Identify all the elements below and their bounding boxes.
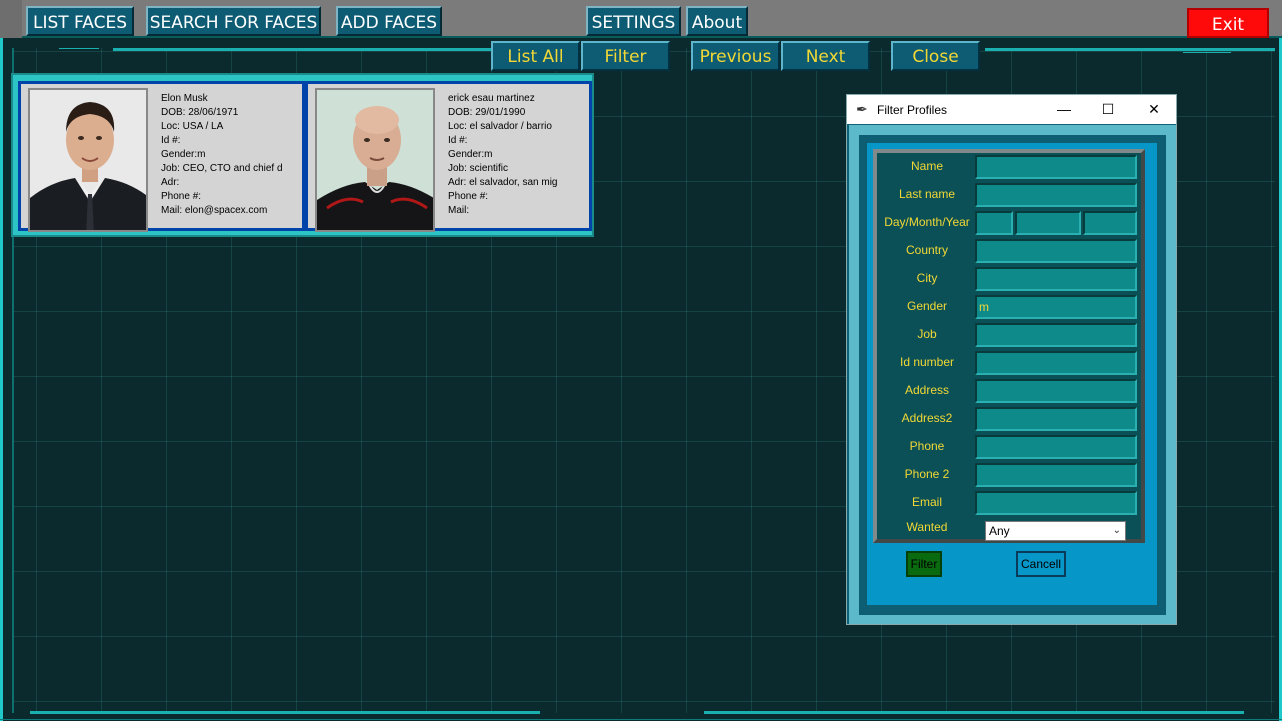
profile-location: Loc: el salvador / barrio bbox=[448, 121, 552, 132]
profile-name: Elon Musk bbox=[161, 93, 208, 104]
profile-list: Elon Musk DOB: 28/06/1971 Loc: USA / LA … bbox=[11, 73, 594, 237]
dialog-border: Name Last name Day/Month/Year Country Ci… bbox=[859, 135, 1166, 615]
list-all-button[interactable]: List All bbox=[491, 41, 580, 71]
profile-card[interactable]: erick esau martinez DOB: 29/01/1990 Loc:… bbox=[305, 81, 592, 232]
deco-line bbox=[1183, 52, 1231, 53]
filter-submit-button[interactable]: Filter bbox=[906, 551, 942, 577]
cancel-button[interactable]: Cancell bbox=[1016, 551, 1066, 577]
profile-mail: Mail: elon@spacex.com bbox=[161, 205, 268, 216]
minimize-icon[interactable]: — bbox=[1048, 98, 1080, 120]
job-label: Job bbox=[917, 327, 937, 341]
close-icon[interactable]: ✕ bbox=[1138, 98, 1170, 120]
id-number-label: Id number bbox=[899, 355, 955, 369]
wanted-value: Any bbox=[989, 524, 1010, 538]
city-field[interactable] bbox=[975, 267, 1137, 291]
profile-gender: Gender:m bbox=[448, 149, 493, 160]
dmy-label: Day/Month/Year bbox=[884, 215, 970, 229]
deco-line bbox=[113, 48, 493, 51]
add-faces-button[interactable]: ADD FACES bbox=[336, 6, 442, 36]
address-field[interactable] bbox=[975, 379, 1137, 403]
profile-location: Loc: USA / LA bbox=[161, 121, 224, 132]
deco-line bbox=[985, 48, 1275, 51]
address2-field[interactable] bbox=[975, 407, 1137, 431]
menu-bar-edge bbox=[0, 0, 22, 38]
phone2-label: Phone 2 bbox=[904, 467, 950, 481]
deco-line bbox=[30, 711, 540, 714]
deco-line bbox=[0, 719, 1282, 720]
profile-info: Elon Musk DOB: 28/06/1971 Loc: USA / LA … bbox=[161, 92, 283, 218]
filter-button[interactable]: Filter bbox=[581, 41, 670, 71]
gender-field[interactable]: m bbox=[975, 295, 1137, 319]
next-button[interactable]: Next bbox=[781, 41, 870, 71]
id-number-field[interactable] bbox=[975, 351, 1137, 375]
feather-icon: ✒ bbox=[856, 101, 868, 117]
filter-dialog: ✒ Filter Profiles — ☐ ✕ Name Last name D… bbox=[846, 94, 1177, 625]
profile-job: Job: scientific bbox=[448, 163, 509, 174]
profile-address: Adr: bbox=[161, 177, 180, 188]
bottom-decoration bbox=[0, 711, 1282, 721]
job-field[interactable] bbox=[975, 323, 1137, 347]
month-field[interactable] bbox=[1015, 211, 1081, 235]
phone-field[interactable] bbox=[975, 435, 1137, 459]
year-field[interactable] bbox=[1083, 211, 1137, 235]
phone-label: Phone bbox=[909, 439, 945, 453]
profile-mail: Mail: bbox=[448, 205, 470, 216]
exit-button[interactable]: Exit bbox=[1187, 8, 1269, 38]
dialog-titlebar[interactable]: ✒ Filter Profiles — ☐ ✕ bbox=[847, 95, 1176, 124]
dialog-title: Filter Profiles bbox=[877, 103, 948, 117]
chevron-down-icon: ⌄ bbox=[1112, 525, 1121, 536]
profile-phone: Phone #: bbox=[448, 191, 489, 202]
profile-photo bbox=[315, 88, 435, 232]
profile-gender: Gender:m bbox=[161, 149, 206, 160]
email-field[interactable] bbox=[975, 491, 1137, 515]
profile-card[interactable]: Elon Musk DOB: 28/06/1971 Loc: USA / LA … bbox=[18, 81, 305, 232]
gender-label: Gender bbox=[906, 299, 948, 313]
name-field[interactable] bbox=[975, 155, 1137, 179]
wanted-select[interactable]: Any ⌄ bbox=[985, 521, 1126, 541]
profile-info: erick esau martinez DOB: 29/01/1990 Loc:… bbox=[448, 92, 558, 218]
profile-id: Id #: bbox=[161, 135, 181, 146]
address2-label: Address2 bbox=[901, 411, 953, 425]
about-button[interactable]: About bbox=[686, 6, 748, 36]
city-label: City bbox=[916, 271, 938, 285]
profile-id: Id #: bbox=[448, 135, 468, 146]
email-label: Email bbox=[911, 495, 942, 509]
phone2-field[interactable] bbox=[975, 463, 1137, 487]
profile-job: Job: CEO, CTO and chief d bbox=[161, 163, 283, 174]
previous-button[interactable]: Previous bbox=[691, 41, 780, 71]
country-field[interactable] bbox=[975, 239, 1137, 263]
dialog-content: Name Last name Day/Month/Year Country Ci… bbox=[867, 143, 1157, 605]
deco-line bbox=[704, 711, 1244, 714]
list-faces-button[interactable]: LIST FACES bbox=[26, 6, 134, 36]
profile-address: Adr: el salvador, san mig bbox=[448, 177, 558, 188]
search-faces-button[interactable]: SEARCH FOR FACES bbox=[146, 6, 321, 36]
country-label: Country bbox=[905, 243, 949, 257]
settings-button[interactable]: SETTINGS bbox=[586, 6, 681, 36]
dialog-body: Name Last name Day/Month/Year Country Ci… bbox=[849, 125, 1176, 624]
close-button[interactable]: Close bbox=[891, 41, 980, 71]
deco-line bbox=[59, 48, 99, 49]
last-name-field[interactable] bbox=[975, 183, 1137, 207]
profile-photo bbox=[28, 88, 148, 232]
profile-dob: DOB: 28/06/1971 bbox=[161, 107, 239, 118]
maximize-icon[interactable]: ☐ bbox=[1092, 98, 1124, 120]
day-field[interactable] bbox=[975, 211, 1013, 235]
last-name-label: Last name bbox=[898, 187, 956, 201]
filter-form: Name Last name Day/Month/Year Country Ci… bbox=[873, 149, 1145, 543]
address-label: Address bbox=[904, 383, 950, 397]
menu-bar: LIST FACES SEARCH FOR FACES ADD FACES SE… bbox=[0, 0, 1282, 38]
wanted-label: Wanted bbox=[906, 520, 948, 534]
profile-phone: Phone #: bbox=[161, 191, 202, 202]
profile-dob: DOB: 29/01/1990 bbox=[448, 107, 526, 118]
name-label: Name bbox=[910, 159, 943, 173]
profile-name: erick esau martinez bbox=[448, 93, 535, 104]
